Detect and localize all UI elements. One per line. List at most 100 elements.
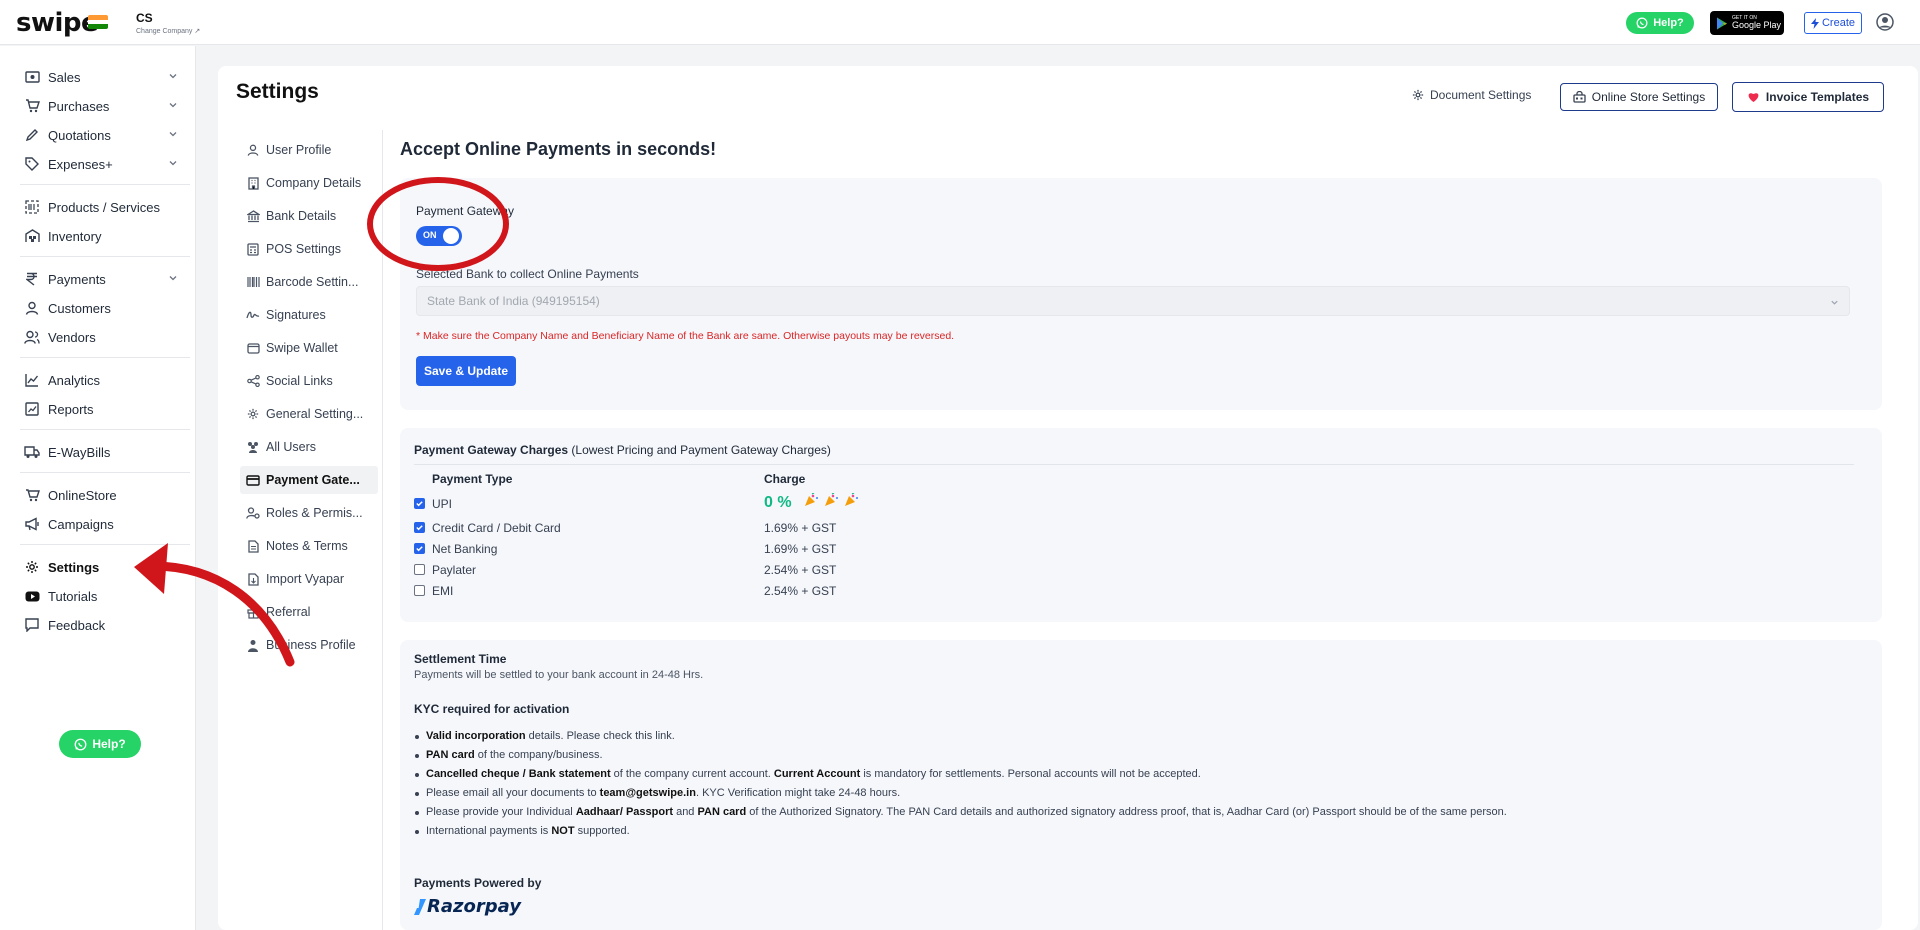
submenu-business-profile[interactable]: Business Profile: [240, 631, 378, 659]
toggle-knob: [443, 228, 459, 244]
sidebar-item-analytics[interactable]: Analytics: [24, 369, 184, 391]
submenu-notes-terms[interactable]: Notes & Terms: [240, 532, 378, 560]
invoice-templates-button[interactable]: Invoice Templates: [1732, 82, 1884, 112]
kyc-item: Please provide your Individual Aadhaar/ …: [414, 806, 1854, 825]
submenu-all-users[interactable]: All Users: [240, 433, 378, 461]
chevron-down-icon[interactable]: [168, 273, 178, 283]
sidebar-item-campaigns[interactable]: Campaigns: [24, 513, 184, 535]
chevron-down-icon[interactable]: [168, 100, 178, 110]
payment-type: UPI: [432, 497, 453, 511]
submenu-label: POS Settings: [266, 242, 342, 256]
submenu-import-vyapar[interactable]: Import Vyapar: [240, 565, 378, 593]
sidebar-item-payments[interactable]: Payments: [24, 268, 184, 290]
document-settings-link[interactable]: Document Settings: [1412, 88, 1531, 102]
submenu-general-settings[interactable]: General Setting...: [240, 400, 378, 428]
chevron-down-icon[interactable]: [168, 129, 178, 139]
netbanking-checkbox[interactable]: [414, 543, 425, 554]
create-button[interactable]: Create: [1804, 12, 1862, 34]
swipe-logo[interactable]: swipe: [16, 8, 99, 38]
chevron-down-icon[interactable]: [168, 71, 178, 81]
bank-select[interactable]: State Bank of India (949195154): [416, 286, 1850, 316]
charges-title: Payment Gateway Charges (Lowest Pricing …: [414, 443, 831, 457]
kyc-title: KYC required for activation: [414, 702, 570, 716]
submenu-payment-gateway[interactable]: Payment Gate...: [240, 466, 378, 494]
gear-icon: [1412, 89, 1424, 101]
submenu-company-details[interactable]: Company Details: [240, 169, 378, 197]
submenu-signatures[interactable]: Signatures: [240, 301, 378, 329]
save-update-button[interactable]: Save & Update: [416, 356, 516, 386]
submenu-label: All Users: [266, 440, 317, 454]
online-store-settings-label: Online Store Settings: [1591, 90, 1706, 104]
sidebar-item-customers[interactable]: Customers: [24, 297, 184, 319]
sidebar-item-sales[interactable]: Sales: [24, 66, 184, 88]
sidebar-item-inventory[interactable]: Inventory: [24, 225, 184, 247]
sidebar-divider: [20, 429, 190, 430]
sidebar-item-label: Purchases: [48, 98, 110, 114]
kyc-item: PAN card of the company/business.: [414, 749, 1854, 768]
sidebar-item-feedback[interactable]: Feedback: [24, 614, 184, 636]
submenu-social-links[interactable]: Social Links: [240, 367, 378, 395]
sidebar-item-products[interactable]: Products / Services: [24, 196, 184, 218]
submenu-label: Social Links: [266, 374, 333, 388]
submenu-swipe-wallet[interactable]: Swipe Wallet: [240, 334, 378, 362]
sidebar-item-reports[interactable]: Reports: [24, 398, 184, 420]
top-help-button[interactable]: Help?: [1626, 12, 1694, 34]
submenu-pos-settings[interactable]: POS Settings: [240, 235, 378, 263]
chevron-down-icon[interactable]: [168, 158, 178, 168]
company-switcher[interactable]: CS Change Company ↗: [136, 11, 200, 35]
sidebar-item-ewaybills[interactable]: E-WayBills: [24, 441, 184, 463]
sidebar-divider: [20, 184, 190, 185]
sidebar-item-label: Analytics: [48, 372, 101, 388]
signature-icon: [246, 308, 260, 322]
gear-icon: [246, 407, 260, 421]
sidebar-item-tutorials[interactable]: Tutorials: [24, 585, 184, 607]
pos-icon: [246, 242, 260, 256]
users-icon: [246, 440, 260, 454]
sidebar-item-label: Customers: [48, 300, 111, 316]
submenu-barcode-settings[interactable]: Barcode Settin...: [240, 268, 378, 296]
sidebar-item-label: Reports: [48, 401, 94, 417]
charge-value: 1.69% + GST: [764, 521, 837, 535]
help-label: Help?: [92, 737, 126, 751]
payment-gateway-label: Payment Gateway: [416, 204, 515, 218]
sidebar-item-onlinestore[interactable]: OnlineStore: [24, 484, 184, 506]
top-bar: swipe CS Change Company ↗ Help? GET IT O…: [0, 0, 1920, 45]
sidebar-item-label: Inventory: [48, 228, 102, 244]
change-company-link[interactable]: Change Company ↗: [136, 27, 200, 35]
col-payment-type: Payment Type: [432, 472, 513, 486]
emi-checkbox[interactable]: [414, 585, 425, 596]
sidebar-divider: [20, 357, 190, 358]
sidebar-item-label: Campaigns: [48, 516, 114, 532]
party-popper-icon: [804, 493, 860, 507]
online-store-settings-button[interactable]: Online Store Settings: [1560, 83, 1718, 111]
submenu-user-profile[interactable]: User Profile: [240, 136, 378, 164]
submenu-referral[interactable]: Referral: [240, 598, 378, 626]
india-flag-icon: [88, 15, 108, 29]
submenu-label: Barcode Settin...: [266, 275, 359, 289]
kyc-item: Valid incorporation details. Please chec…: [414, 730, 1854, 749]
store-bag-icon: [1573, 91, 1586, 103]
sidebar-item-expenses[interactable]: Expenses+: [24, 153, 184, 175]
upi-checkbox[interactable]: [414, 498, 425, 509]
submenu-bank-details[interactable]: Bank Details: [240, 202, 378, 230]
charge-row-emi: EMI 2.54% + GST: [414, 583, 1114, 601]
page-title: Settings: [236, 80, 319, 103]
payment-type: Net Banking: [432, 542, 498, 556]
paylater-checkbox[interactable]: [414, 564, 425, 575]
submenu-label: Business Profile: [266, 638, 356, 652]
user-account-icon[interactable]: [1876, 13, 1894, 31]
sidebar-item-quotations[interactable]: Quotations: [24, 124, 184, 146]
megaphone-icon: [24, 516, 40, 532]
sidebar-item-settings[interactable]: Settings: [24, 556, 184, 578]
toggle-text: ON: [423, 230, 437, 240]
sidebar-item-purchases[interactable]: Purchases: [24, 95, 184, 117]
pen-icon: [24, 127, 40, 143]
razorpay-logo: Razorpay: [414, 896, 521, 917]
user-tie-icon: [246, 638, 260, 652]
sidebar-help-button[interactable]: Help?: [59, 730, 141, 758]
sidebar-item-vendors[interactable]: Vendors: [24, 326, 184, 348]
submenu-roles-permissions[interactable]: Roles & Permis...: [240, 499, 378, 527]
payment-gateway-toggle[interactable]: ON: [416, 226, 462, 246]
google-play-button[interactable]: GET IT ON Google Play: [1710, 11, 1784, 35]
card-checkbox[interactable]: [414, 522, 425, 533]
